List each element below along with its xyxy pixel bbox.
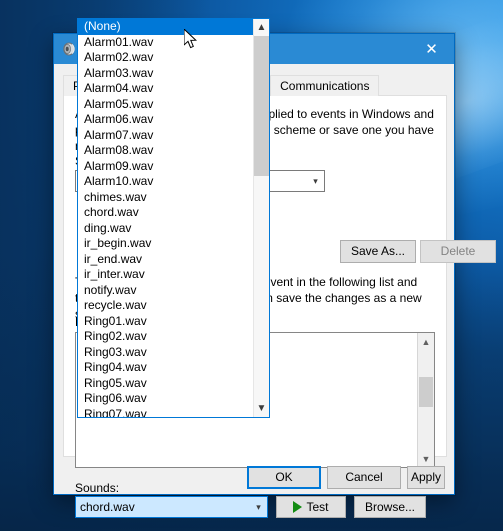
dropdown-item-label: Alarm07.wav <box>84 127 154 142</box>
close-icon: ✕ <box>425 41 438 58</box>
apply-button[interactable]: Apply <box>407 466 445 489</box>
dropdown-item-label: Ring07.wav <box>84 406 147 418</box>
dropdown-item[interactable]: ir_inter.wav <box>78 267 254 283</box>
dropdown-item[interactable]: Alarm01.wav <box>78 35 254 51</box>
dropdown-item-label: Alarm05.wav <box>84 96 154 111</box>
dropdown-item[interactable]: Ring02.wav <box>78 329 254 345</box>
tab-communications[interactable]: Communications <box>270 75 380 96</box>
close-button[interactable]: ✕ <box>409 34 454 64</box>
dropdown-item-label: Ring03.wav <box>84 344 147 359</box>
dropdown-scrollbar[interactable]: ▲ ▼ <box>253 19 269 417</box>
chevron-down-icon: ▾ <box>256 501 261 512</box>
delete-label: Delete <box>440 244 476 258</box>
dropdown-item-label: recycle.wav <box>84 298 147 312</box>
dropdown-item[interactable]: Ring07.wav <box>78 406 254 418</box>
dropdown-item-label: ir_begin.wav <box>84 236 152 250</box>
dropdown-item-list[interactable]: (None) Alarm01.wav Alarm02.wav Alarm03.wav A… <box>78 19 254 417</box>
dropdown-item-label: Alarm03.wav <box>84 65 154 80</box>
dropdown-item[interactable]: Alarm06.wav <box>78 112 254 128</box>
tab-communications-label: Communications <box>280 79 370 93</box>
save-as-label: Save As... <box>350 244 406 258</box>
dropdown-item-label: chord.wav <box>84 205 139 219</box>
browse-button[interactable]: Browse... <box>354 496 426 518</box>
chevron-down-icon: ▾ <box>313 175 318 186</box>
dropdown-item-label: Alarm09.wav <box>84 158 154 173</box>
dropdown-item-label: Ring01.wav <box>84 313 147 328</box>
dropdown-item[interactable]: ir_end.wav <box>78 252 254 268</box>
dropdown-item[interactable]: ir_begin.wav <box>78 236 254 252</box>
dropdown-item-label: (None) <box>84 19 121 33</box>
dropdown-item[interactable]: Alarm07.wav <box>78 128 254 144</box>
apply-label: Apply <box>410 470 442 484</box>
dropdown-item-label: ir_end.wav <box>84 251 143 266</box>
dropdown-item[interactable]: Alarm08.wav <box>78 143 254 159</box>
dropdown-item-label: Ring06.wav <box>84 391 147 405</box>
dropdown-item-label: Alarm06.wav <box>84 112 154 126</box>
dropdown-item-label: Alarm10.wav <box>84 174 154 188</box>
dropdown-item[interactable]: Alarm04.wav <box>78 81 254 97</box>
cancel-button[interactable]: Cancel <box>327 466 401 489</box>
sound-file-dropdown-popup[interactable]: (None) Alarm01.wav Alarm02.wav Alarm03.wav A… <box>77 18 270 418</box>
dropdown-item-label: Alarm01.wav <box>84 34 154 49</box>
play-triangle-icon <box>293 501 303 513</box>
browse-label: Browse... <box>364 500 415 514</box>
ok-button[interactable]: OK <box>247 466 321 489</box>
dropdown-item-label: notify.wav <box>84 282 137 297</box>
dropdown-item[interactable]: Alarm02.wav <box>78 50 254 66</box>
scroll-down-icon[interactable]: ▼ <box>254 400 269 417</box>
sound-file-value: chord.wav <box>80 500 135 514</box>
dropdown-item[interactable]: recycle.wav <box>78 298 254 314</box>
dropdown-item[interactable]: Alarm03.wav <box>78 66 254 82</box>
dropdown-item[interactable]: notify.wav <box>78 283 254 299</box>
dropdown-item[interactable]: chimes.wav <box>78 190 254 206</box>
dropdown-item[interactable]: Alarm09.wav <box>78 159 254 175</box>
mouse-cursor <box>183 27 198 51</box>
dropdown-item[interactable]: Ring06.wav <box>78 391 254 407</box>
dropdown-item-label: ding.wav <box>84 220 132 235</box>
dropdown-item[interactable]: ding.wav <box>78 221 254 237</box>
dropdown-item-label: Alarm08.wav <box>84 143 154 157</box>
dropdown-item-label: Alarm04.wav <box>84 81 154 95</box>
dropdown-item[interactable]: Alarm05.wav <box>78 97 254 113</box>
delete-button: Delete <box>420 240 496 263</box>
dropdown-item-label: Ring04.wav <box>84 360 147 374</box>
dialog-footer: OK Cancel Apply <box>54 458 454 494</box>
scrollbar-thumb[interactable] <box>254 36 269 176</box>
sound-file-combobox[interactable]: chord.wav ▾ <box>75 496 268 518</box>
program-events-scrollbar[interactable]: ▲ ▼ <box>417 333 434 467</box>
scroll-up-icon[interactable]: ▲ <box>254 19 269 36</box>
dropdown-item[interactable]: Ring04.wav <box>78 360 254 376</box>
dropdown-item[interactable]: Ring03.wav <box>78 345 254 361</box>
dropdown-item-label: ir_inter.wav <box>84 267 145 281</box>
dropdown-item[interactable]: Alarm10.wav <box>78 174 254 190</box>
dropdown-item[interactable]: Ring05.wav <box>78 376 254 392</box>
speaker-icon <box>61 41 77 57</box>
scroll-up-icon[interactable]: ▲ <box>418 333 434 350</box>
dropdown-item[interactable]: Ring01.wav <box>78 314 254 330</box>
dropdown-item-label: Alarm02.wav <box>84 50 154 64</box>
ok-label: OK <box>275 470 293 484</box>
test-label: Test <box>306 500 329 514</box>
dropdown-item-label: Ring02.wav <box>84 329 147 343</box>
dropdown-item[interactable]: (None) <box>78 19 254 35</box>
dropdown-item-label: Ring05.wav <box>84 375 147 390</box>
test-button[interactable]: Test <box>276 496 346 518</box>
dropdown-item-label: chimes.wav <box>84 189 147 204</box>
scrollbar-thumb[interactable] <box>419 377 433 407</box>
dropdown-item[interactable]: chord.wav <box>78 205 254 221</box>
cancel-label: Cancel <box>345 470 383 484</box>
save-as-button[interactable]: Save As... <box>340 240 416 263</box>
